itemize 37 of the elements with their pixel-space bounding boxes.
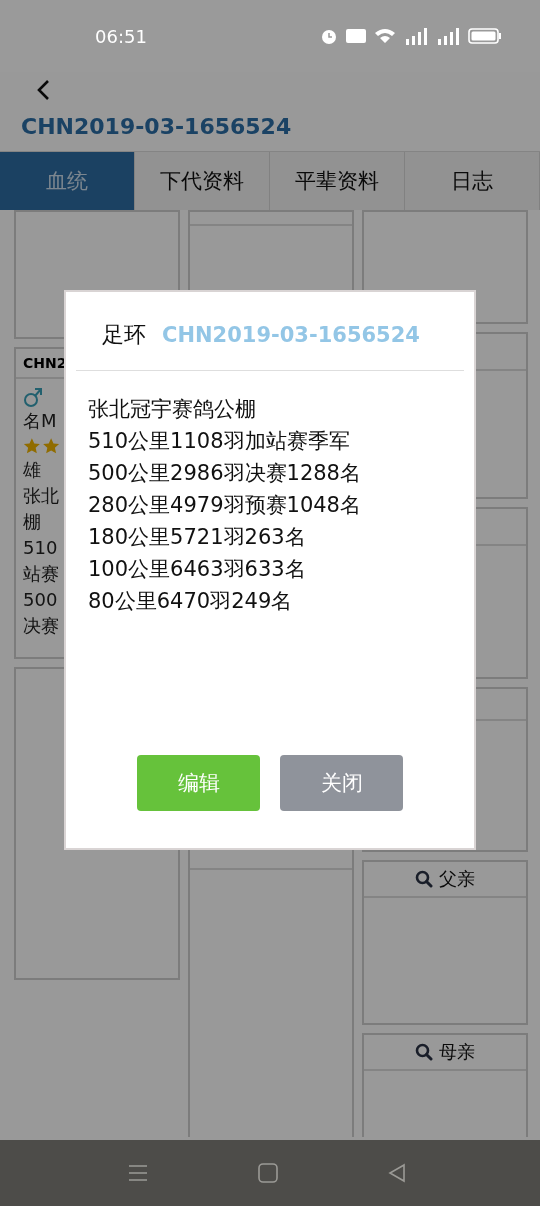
- race-record: 100公里6463羽633名: [88, 556, 307, 583]
- bird-info: 决赛: [23, 614, 59, 638]
- signal-icon: [404, 27, 428, 45]
- tab[interactable]: 下代资料: [135, 152, 270, 210]
- menu-icon[interactable]: [128, 1164, 148, 1182]
- back-icon[interactable]: [388, 1163, 406, 1183]
- race-record: 180公里5721羽263名: [88, 524, 307, 551]
- wifi-icon: [374, 28, 396, 44]
- bird-name: 名M: [23, 409, 57, 433]
- home-icon[interactable]: [258, 1163, 278, 1183]
- race-record: 80公里6470羽249名: [88, 588, 294, 615]
- male-icon: [23, 386, 43, 408]
- signal-icon: [436, 27, 460, 45]
- alarm-icon: [320, 27, 338, 45]
- back-icon[interactable]: [36, 79, 50, 101]
- battery-icon: [468, 28, 502, 44]
- search-icon: [415, 870, 433, 888]
- ring-label: 足环: [102, 321, 146, 349]
- bird-info: 棚: [23, 510, 41, 534]
- tab[interactable]: 平辈资料: [270, 152, 405, 210]
- search-icon: [415, 1043, 433, 1061]
- bird-info: 站赛: [23, 562, 59, 586]
- bird-info: 张北: [23, 484, 59, 508]
- race-record: 500公里2986羽决赛1288名: [88, 460, 362, 487]
- tab[interactable]: 日志: [405, 152, 540, 210]
- status-time: 06:51: [95, 25, 148, 47]
- parent-label[interactable]: 母亲: [439, 1040, 475, 1064]
- ring-number: CHN2019-03-1656524: [162, 323, 420, 347]
- race-record: 510公里1108羽加站赛季军: [88, 428, 351, 455]
- race-record: 张北冠宇赛鸽公棚: [88, 396, 257, 423]
- bird-info: 510: [23, 536, 58, 560]
- page-title: CHN2019-03-1656524: [20, 113, 293, 141]
- rating-stars-drawing: [23, 437, 60, 455]
- parent-label[interactable]: 父亲: [439, 867, 475, 891]
- race-record: 280公里4979羽预赛1048名: [88, 492, 362, 519]
- bird-info: 500: [23, 588, 58, 612]
- bird-info: 雄: [23, 458, 41, 482]
